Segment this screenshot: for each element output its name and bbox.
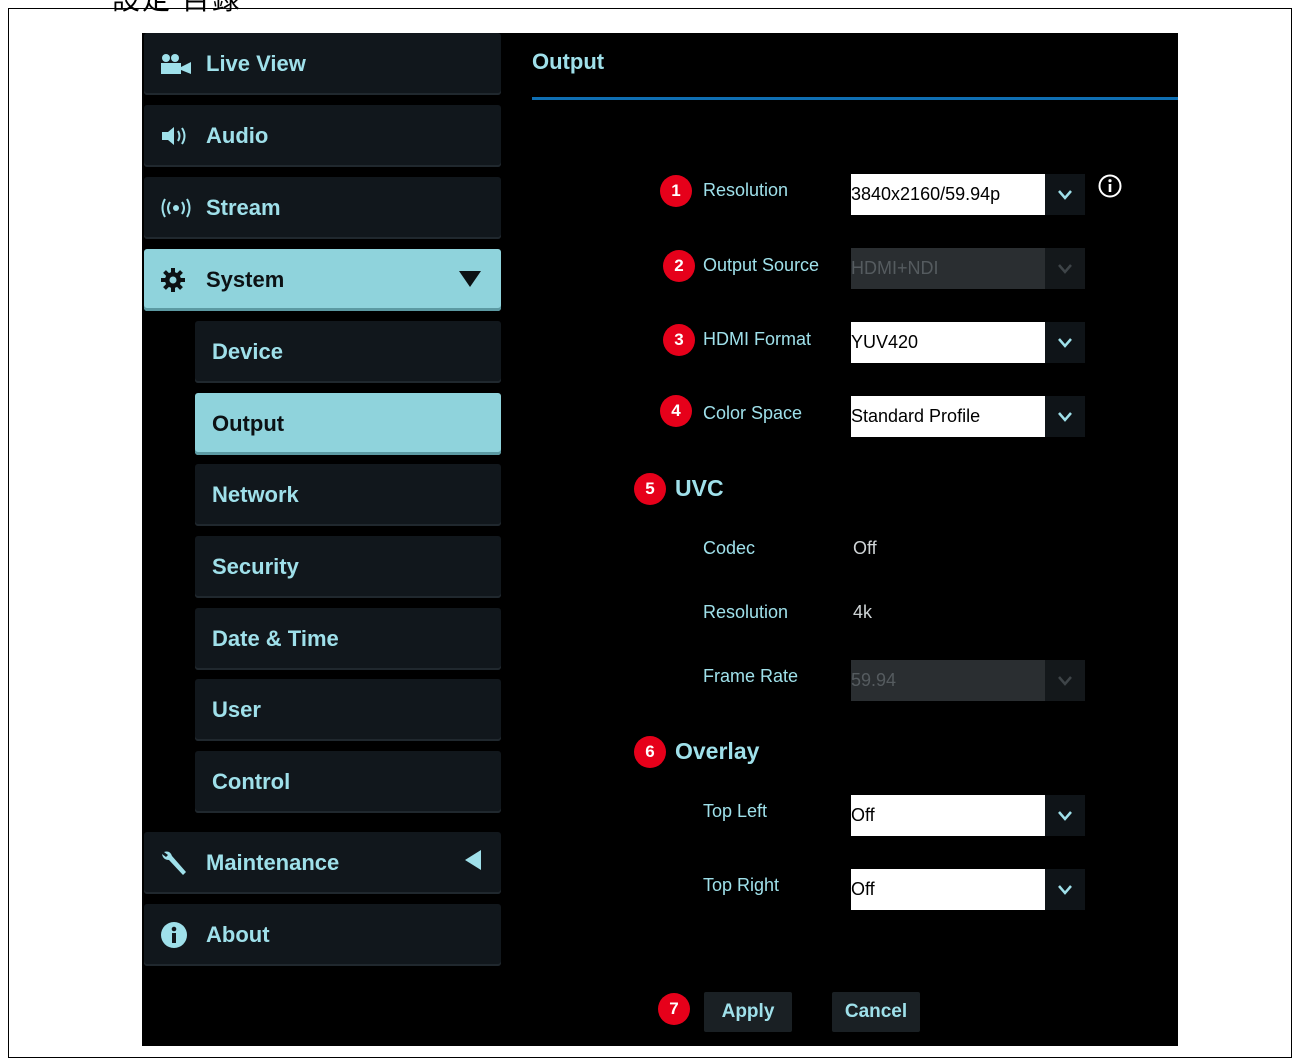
sidebar-item-label: Stream	[206, 195, 281, 220]
sidebar-item-label: Output	[212, 411, 285, 436]
callout-badge: 6	[634, 736, 666, 768]
sidebar-item-audio[interactable]: Audio	[144, 105, 501, 167]
sidebar-item-label: Date & Time	[212, 626, 339, 651]
chevron-down-icon	[1045, 660, 1085, 701]
sidebar-item-security[interactable]: Security	[195, 536, 501, 598]
callout-badge: 5	[634, 473, 666, 505]
hdmi-format-value: YUV420	[851, 322, 1045, 363]
resolution-value: 3840x2160/59.94p	[851, 174, 1045, 215]
sidebar-item-user[interactable]: User	[195, 679, 501, 741]
overlay-section-title: Overlay	[675, 738, 760, 764]
uvc-resolution-value: 4k	[853, 602, 873, 622]
info-icon	[160, 921, 194, 949]
output-source-value: HDMI+NDI	[851, 248, 1045, 289]
sidebar-item-label: About	[206, 922, 270, 947]
sidebar-item-maintenance[interactable]: Maintenance	[144, 832, 501, 894]
sidebar-item-output[interactable]: Output	[195, 393, 501, 455]
app-window: Live View Audio Stream System Device Out…	[142, 33, 1178, 1046]
sidebar-item-label: Network	[212, 482, 299, 507]
speaker-icon	[160, 125, 194, 147]
sidebar-item-live-view[interactable]: Live View	[144, 33, 501, 95]
top-right-select[interactable]: Off	[851, 869, 1085, 910]
camera-icon	[160, 53, 194, 75]
callout-badge: 2	[663, 250, 695, 282]
color-space-select[interactable]: Standard Profile	[851, 396, 1085, 437]
cancel-button[interactable]: Cancel	[832, 992, 920, 1032]
top-left-select[interactable]: Off	[851, 795, 1085, 836]
sidebar-item-label: User	[212, 697, 261, 722]
broadcast-icon	[160, 198, 194, 218]
resolution-label: Resolution	[703, 180, 789, 200]
page-title: Output	[532, 49, 605, 74]
callout-badge: 3	[663, 324, 695, 356]
top-right-label: Top Right	[703, 875, 780, 895]
top-right-value: Off	[851, 869, 1045, 910]
callout-badge: 4	[660, 395, 692, 427]
uvc-frame-rate-select: 59.94	[851, 660, 1085, 701]
sidebar-item-label: Control	[212, 769, 291, 794]
top-left-value: Off	[851, 795, 1045, 836]
chevron-down-icon[interactable]	[1045, 396, 1085, 437]
sidebar-item-system[interactable]: System	[144, 249, 501, 311]
callout-badge: 7	[658, 993, 690, 1025]
uvc-frame-rate-value: 59.94	[851, 660, 1045, 701]
apply-button[interactable]: Apply	[704, 992, 792, 1032]
sidebar: Live View Audio Stream System Device Out…	[142, 33, 502, 1046]
uvc-resolution-label: Resolution	[703, 602, 789, 622]
chevron-down-icon[interactable]	[1045, 795, 1085, 836]
callout-badge: 1	[660, 175, 692, 207]
resolution-select[interactable]: 3840x2160/59.94p	[851, 174, 1085, 215]
chevron-left-icon	[465, 850, 481, 876]
sidebar-item-label: Audio	[206, 123, 269, 148]
chevron-down-icon[interactable]	[1045, 174, 1085, 215]
sidebar-item-control[interactable]: Control	[195, 751, 501, 813]
info-icon[interactable]	[1098, 174, 1122, 203]
output-source-select: HDMI+NDI	[851, 248, 1085, 289]
sidebar-item-label: Live View	[206, 51, 306, 76]
uvc-codec-label: Codec	[703, 538, 756, 558]
sidebar-item-label: Security	[212, 554, 299, 579]
chevron-down-icon	[459, 267, 481, 293]
output-panel: Output 1 Resolution 3840x2160/59.94p 2 O…	[532, 33, 1178, 1046]
sidebar-item-device[interactable]: Device	[195, 321, 501, 383]
chevron-down-icon[interactable]	[1045, 869, 1085, 910]
sidebar-item-about[interactable]: About	[144, 904, 501, 966]
sidebar-item-label: Device	[212, 339, 283, 364]
color-space-value: Standard Profile	[851, 396, 1045, 437]
title-divider	[532, 97, 1178, 100]
sidebar-item-date-time[interactable]: Date & Time	[195, 608, 501, 670]
wrench-icon	[160, 848, 194, 878]
hdmi-format-select[interactable]: YUV420	[851, 322, 1085, 363]
sidebar-item-stream[interactable]: Stream	[144, 177, 501, 239]
output-source-label: Output Source	[703, 255, 820, 275]
uvc-section-title: UVC	[675, 475, 724, 501]
uvc-codec-value: Off	[853, 538, 877, 558]
uvc-frame-rate-label: Frame Rate	[703, 666, 799, 686]
sidebar-item-label: Maintenance	[206, 850, 340, 875]
hdmi-format-label: HDMI Format	[703, 329, 811, 349]
chevron-down-icon	[1045, 248, 1085, 289]
chevron-down-icon[interactable]	[1045, 322, 1085, 363]
color-space-label: Color Space	[703, 403, 803, 423]
sidebar-item-label: System	[206, 267, 285, 292]
sidebar-item-network[interactable]: Network	[195, 464, 501, 526]
gear-icon	[160, 267, 194, 293]
top-left-label: Top Left	[703, 801, 768, 821]
